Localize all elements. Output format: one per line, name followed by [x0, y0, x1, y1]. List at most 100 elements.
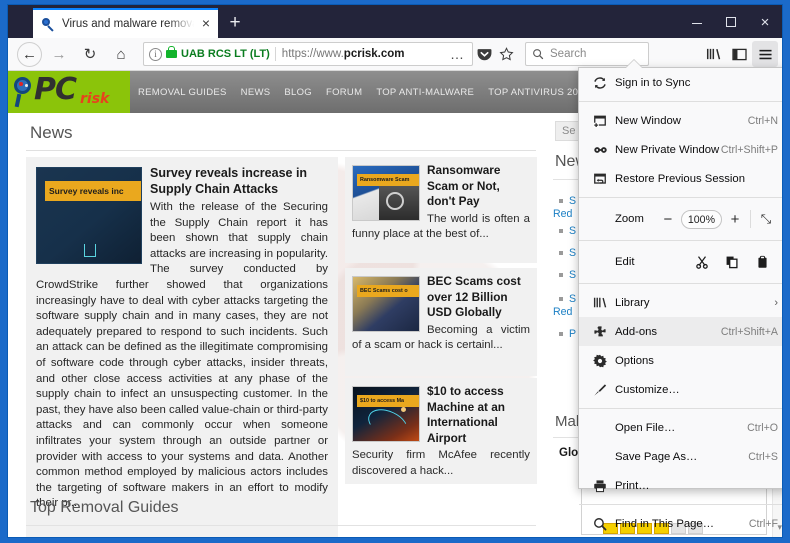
- minimize-button[interactable]: [680, 9, 714, 36]
- url-text: https://www.pcrisk.com: [282, 48, 405, 60]
- menu-item-shortcut: Ctrl+Shift+P: [720, 143, 778, 156]
- close-icon[interactable]: ×: [198, 16, 214, 32]
- reload-icon[interactable]: ↻: [76, 40, 104, 68]
- address-bar[interactable]: i UAB RCS LT (LT) https://www.pcrisk.com…: [143, 42, 473, 66]
- article-thumbnail[interactable]: Survey reveals inc: [36, 167, 142, 264]
- copy-icon[interactable]: [717, 255, 747, 269]
- close-window-button[interactable]: ×: [748, 9, 782, 36]
- menu-item-sign-in-to-sync[interactable]: Sign in to Sync: [579, 68, 782, 97]
- sync-icon: [589, 76, 611, 90]
- sidebar-link-label: S: [569, 269, 577, 281]
- site-nav-item-forum[interactable]: FORUM: [326, 87, 362, 98]
- customize-brush-icon: [589, 383, 611, 397]
- back-button[interactable]: ←: [17, 41, 42, 67]
- page-actions-icon[interactable]: …: [450, 46, 467, 62]
- thumb-disc: [386, 192, 404, 210]
- menu-item-options[interactable]: Options: [579, 346, 782, 375]
- thumbnail-caption: BEC Scams cost o: [357, 285, 419, 297]
- sidebar-link-label: S: [569, 293, 577, 305]
- site-nav-item-news[interactable]: NEWS: [241, 87, 271, 98]
- menu-item-label: Restore Previous Session: [615, 172, 745, 185]
- zoom-level-value[interactable]: 100%: [680, 209, 722, 229]
- site-nav-item-top-antivirus-2018[interactable]: TOP ANTIVIRUS 2018: [488, 87, 589, 98]
- application-menu: Sign in to Sync New Window Ctrl+N New Pr…: [578, 67, 782, 530]
- chevron-right-icon: ›: [774, 296, 778, 309]
- cut-icon[interactable]: [687, 255, 717, 269]
- page-title: News: [30, 123, 73, 142]
- bullet-icon: [559, 273, 563, 278]
- zoom-in-button[interactable]: +: [722, 211, 748, 228]
- forward-button[interactable]: →: [45, 40, 73, 68]
- menu-item-label: Find in This Page…: [615, 517, 715, 530]
- sidebar-link-label: S: [569, 195, 577, 207]
- browser-tab[interactable]: Virus and malware removal inst ×: [33, 8, 218, 38]
- menu-item-new-private-window[interactable]: New Private Window Ctrl+Shift+P: [579, 135, 782, 164]
- url-prefix: https://www.: [281, 48, 344, 60]
- new-window-icon: [589, 114, 611, 128]
- menu-item-label: Options: [615, 354, 654, 367]
- menu-item-label: Print…: [615, 479, 650, 492]
- menu-item-restore-previous-session[interactable]: Restore Previous Session: [579, 164, 782, 193]
- menu-item-label: Add-ons: [615, 325, 658, 338]
- bullet-icon: [559, 297, 563, 302]
- site-nav-item-removal-guides[interactable]: REMOVAL GUIDES: [138, 87, 227, 98]
- thumbnail-caption: Ransomware Scam: [357, 174, 419, 186]
- menu-item-library[interactable]: Library ›: [579, 288, 782, 317]
- card-thumbnail[interactable]: $10 to access Ma: [352, 386, 420, 442]
- sidebar-icon[interactable]: [726, 41, 752, 67]
- menu-item-print[interactable]: Print…: [579, 471, 782, 500]
- magnifier-handle: [14, 93, 22, 108]
- lock-icon: [166, 46, 177, 58]
- card-thumbnail[interactable]: BEC Scams cost o: [352, 276, 420, 332]
- menu-separator: [579, 504, 782, 505]
- news-card[interactable]: BEC Scams cost o BEC Scams cost over 12 …: [345, 268, 537, 376]
- options-gear-icon: [589, 354, 611, 368]
- library-icon[interactable]: [700, 41, 726, 67]
- menu-item-label: Open File…: [615, 421, 676, 434]
- logo-text-pc: PC: [34, 72, 77, 107]
- menu-separator: [579, 408, 782, 409]
- menu-item-find-in-this-page[interactable]: Find in This Page… Ctrl+F: [579, 509, 782, 537]
- divider: [274, 47, 276, 61]
- sidebar-link-label: S: [569, 225, 577, 237]
- site-nav-item-top-anti-malware[interactable]: TOP ANTI-MALWARE: [376, 87, 474, 98]
- divider: [26, 525, 536, 526]
- news-card[interactable]: Ransomware Scam Ransomware Scam or Not, …: [345, 157, 537, 263]
- magnifier-icon: [14, 77, 31, 94]
- certificate-organization: UAB RCS LT (LT): [181, 48, 270, 60]
- logo-text-risk: risk: [80, 91, 110, 107]
- restore-session-icon: [589, 172, 611, 186]
- menu-item-shortcut: Ctrl+F: [748, 517, 778, 530]
- menu-separator: [579, 197, 782, 198]
- card-thumbnail[interactable]: Ransomware Scam: [352, 165, 420, 221]
- menu-item-shortcut: Ctrl+N: [747, 114, 778, 127]
- card-body: Security firm McAfee recently discovered…: [352, 449, 530, 477]
- menu-item-shortcut: Ctrl+Shift+A: [720, 325, 778, 338]
- menu-item-add-ons[interactable]: Add-ons Ctrl+Shift+A: [579, 317, 782, 346]
- menu-item-new-window[interactable]: New Window Ctrl+N: [579, 106, 782, 135]
- hamburger-menu-button[interactable]: [752, 41, 778, 67]
- search-placeholder: Search: [550, 48, 587, 60]
- logo-dot-red: [19, 82, 23, 86]
- paste-icon[interactable]: [747, 255, 777, 269]
- star-icon[interactable]: [495, 46, 517, 62]
- home-icon[interactable]: ⌂: [107, 40, 135, 68]
- featured-article[interactable]: Survey reveals inc Survey reveals increa…: [26, 157, 338, 537]
- menu-item-save-page-as[interactable]: Save Page As… Ctrl+S: [579, 442, 782, 471]
- news-card[interactable]: $10 to access Ma $10 to access Machine a…: [345, 378, 537, 484]
- site-nav-item-blog[interactable]: BLOG: [284, 87, 312, 98]
- find-search-icon: [589, 517, 611, 531]
- logo-dot-white: [25, 84, 28, 87]
- thumbnail-caption: $10 to access Ma: [357, 395, 419, 407]
- page-info-icon[interactable]: i: [149, 47, 162, 61]
- menu-item-customize[interactable]: Customize…: [579, 375, 782, 404]
- maximize-button[interactable]: [714, 9, 748, 36]
- pocket-icon[interactable]: [473, 47, 495, 62]
- browser-window: Virus and malware removal inst × + × ← →…: [7, 4, 783, 538]
- menu-item-open-file[interactable]: Open File… Ctrl+O: [579, 413, 782, 442]
- new-tab-button[interactable]: +: [223, 12, 247, 34]
- pcrisk-logo[interactable]: PC risk: [8, 71, 130, 113]
- zoom-out-button[interactable]: −: [655, 211, 681, 228]
- fullscreen-icon[interactable]: ⤡: [753, 211, 779, 227]
- menu-item-label: Customize…: [615, 383, 680, 396]
